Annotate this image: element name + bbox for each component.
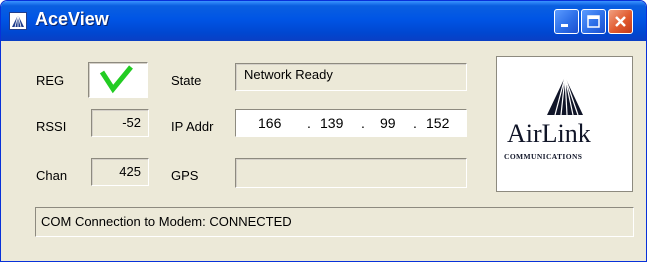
green-checkmark-icon [99, 65, 133, 94]
rssi-label: RSSI [36, 119, 67, 134]
minimize-button[interactable] [554, 9, 579, 34]
rssi-value: -52 [91, 109, 149, 137]
minimize-icon [561, 24, 568, 27]
ip-octet-1: 166 [258, 115, 282, 131]
ip-addr-label: IP Addr [171, 119, 214, 134]
logo-wordmark: AirLink [507, 119, 591, 148]
airlink-logo-icon[interactable] [9, 12, 27, 30]
airlink-logo: AirLink COMMUNICATIONS [496, 56, 633, 192]
ip-address-field[interactable]: 166 . 139 . 99 . 152 [235, 109, 467, 137]
reg-label: REG [36, 73, 65, 88]
ip-octet-3: 99 [380, 115, 396, 131]
state-label: State [171, 73, 202, 88]
reg-indicator [88, 62, 148, 98]
state-value: Network Ready [235, 63, 467, 91]
airlink-triangle-icon [547, 76, 583, 116]
chan-label: Chan [36, 168, 68, 183]
logo-subtitle: COMMUNICATIONS [504, 152, 583, 161]
maximize-icon [587, 15, 600, 28]
close-icon [615, 16, 626, 27]
window-title: AceView [35, 9, 109, 29]
ip-octet-4: 152 [426, 115, 450, 131]
maximize-button[interactable] [581, 9, 606, 34]
aceview-window: AceView REG RSSI -52 Chan 425 State Netw… [0, 0, 647, 262]
gps-value [235, 158, 467, 188]
title-bar[interactable]: AceView [1, 1, 646, 41]
ip-octet-2: 139 [320, 115, 344, 131]
gps-label: GPS [171, 168, 199, 183]
close-button[interactable] [608, 9, 633, 34]
chan-value: 425 [91, 158, 149, 186]
status-bar: COM Connection to Modem: CONNECTED [35, 207, 634, 237]
